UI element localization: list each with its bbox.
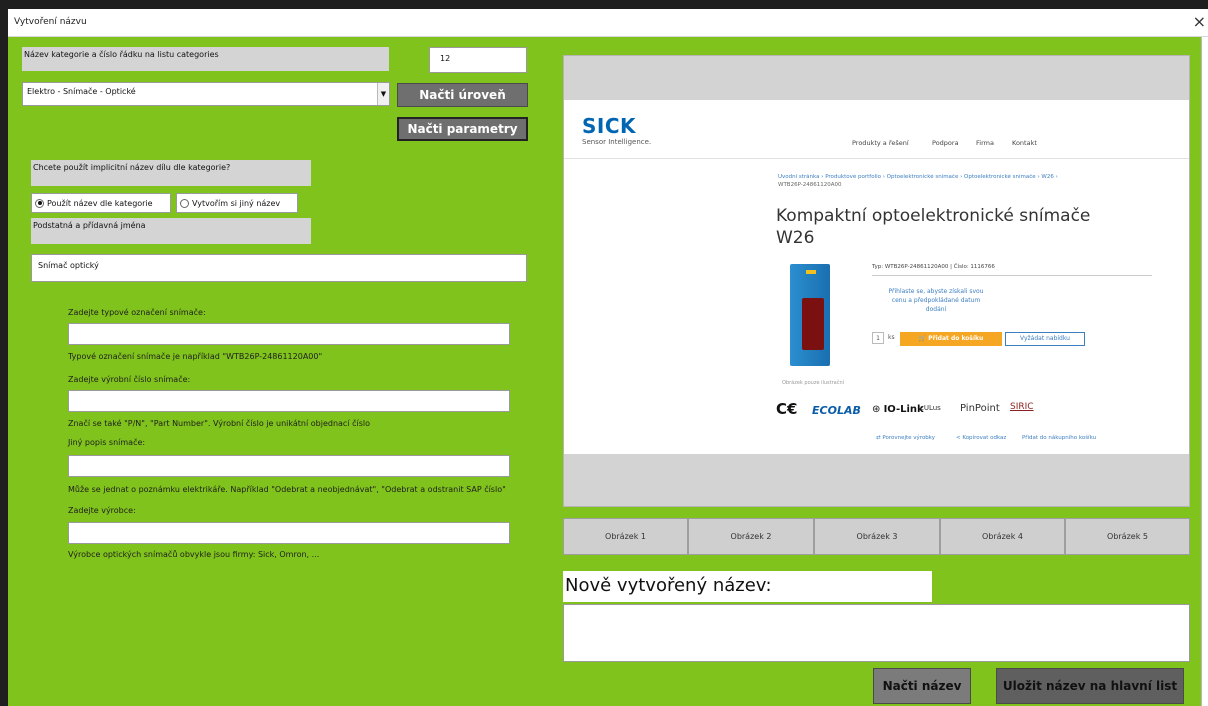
nouns-label: Podstatná a přídavná jména [31,218,311,244]
chevron-down-icon[interactable]: ▼ [377,83,389,105]
iolink-logo: ⊛ IO-Link [872,404,924,415]
ul-logo: cULus [920,404,941,412]
share-link-label: Kopírovat odkaz [962,435,1007,441]
type-number: Typ: WTB26P-24861120A00 | Číslo: 1116766 [872,264,995,270]
field-part-input[interactable] [68,390,510,412]
login-notice-line2: cenu a předpokládané datum [891,297,981,304]
new-name-output[interactable] [563,604,1190,662]
field-manufacturer-label: Zadejte výrobce: [68,506,136,515]
image-1-button[interactable]: Obrázek 1 [563,518,688,555]
add-to-shopping-cart-link[interactable]: Přidat do nákupního košíku [1022,435,1096,441]
radio-use-category-name-label: Použít název dle kategorie [47,198,153,208]
radio-use-category-name[interactable]: Použít název dle kategorie [31,193,171,213]
window-titlebar: Vytvoření názvu × [8,9,1208,37]
image-3-button[interactable]: Obrázek 3 [814,518,940,555]
nav-support: Podpora [932,139,959,147]
quantity-input[interactable]: 1 [872,332,884,344]
pinpoint-logo: PinPoint [960,403,1000,414]
field-manufacturer-input[interactable] [68,522,510,544]
nav-company: Firma [976,139,994,147]
field-desc-input[interactable] [68,455,510,477]
row-number-input[interactable]: 12 [429,47,527,73]
ce-mark: C€ [776,400,798,418]
new-name-label: Nově vytvořený název: [563,571,932,602]
field-type-hint: Typové označení snímače je například "WT… [68,352,323,361]
product-title-model: W26 [776,228,815,248]
header-divider [564,158,1189,159]
field-manufacturer-hint: Výrobce optických snímačů obvykle jsou f… [68,550,320,559]
quantity-unit: ks [888,334,895,341]
login-notice-line3: dodání [925,306,947,313]
radio-unselected-icon [180,198,189,208]
field-desc-hint: Může se jednat o poznámku elektrikáře. N… [68,485,506,494]
field-type-input[interactable] [68,323,510,345]
compare-link-label: Porovnejte výrobky [882,435,936,441]
save-name-button[interactable]: Uložit název na hlavní list [996,668,1184,704]
breadcrumb: Úvodní stránka › Produktové portfolio › … [778,174,1058,180]
field-desc-label: Jiný popis snímače: [68,438,146,447]
share-link[interactable]: < Kopírovat odkaz [956,435,1006,441]
product-image-preview: SICK Sensor Intelligence. Produkty a řeš… [563,55,1190,507]
field-type-label: Zadejte typové označení snímače: [68,308,206,317]
load-level-button[interactable]: Načti úroveň [397,83,528,107]
nav-products: Produkty a řešení [852,139,909,147]
webpage-screenshot: SICK Sensor Intelligence. Produkty a řeš… [564,100,1189,454]
implicit-name-question: Chcete použít implicitní název dílu dle … [31,160,311,186]
cart-icon: 🛒 [918,335,929,342]
sensor-product-image [790,264,830,366]
add-to-cart-button[interactable]: 🛒 Přidat do košíku [900,332,1002,346]
product-title: Kompaktní optoelektronické snímače [776,206,1091,226]
radio-selected-icon [35,198,44,208]
nav-contact: Kontakt [1012,139,1037,147]
load-name-button[interactable]: Načti název [873,668,971,704]
sick-logo: SICK [582,114,637,138]
image-caption: Obrázek pouze ilustrační [782,380,845,386]
nouns-input[interactable]: Snímač optický [31,254,527,282]
image-2-button[interactable]: Obrázek 2 [688,518,814,555]
close-icon[interactable]: × [1193,12,1206,31]
login-notice[interactable]: Přihlaste se, abyste získali svou cenu a… [872,287,1000,314]
siric-logo: SIRIC [1010,402,1034,412]
left-strip [0,9,8,706]
sick-tagline: Sensor Intelligence. [582,138,652,146]
radio-custom-name[interactable]: Vytvořím si jiný název [176,193,298,213]
image-4-button[interactable]: Obrázek 4 [940,518,1065,555]
breadcrumb-current: WTB26P-24861120A00 [778,182,842,188]
request-quote-button[interactable]: Vyžádat nabídku [1005,332,1085,346]
login-notice-line1: Přihlaste se, abyste získali svou [888,288,984,295]
image-5-button[interactable]: Obrázek 5 [1065,518,1190,555]
field-part-label: Zadejte výrobní číslo snímače: [68,375,191,384]
category-select[interactable]: Elektro - Snímače - Optické ▼ [22,82,390,106]
type-divider [872,275,1152,276]
field-part-hint: Značí se také "P/N", "Part Number". Výro… [68,419,370,428]
top-strip [0,0,1208,9]
radio-custom-name-label: Vytvořím si jiný název [192,198,281,208]
category-label: Název kategorie a číslo řádku na listu c… [22,47,389,71]
vertical-scrollbar[interactable] [1201,37,1208,706]
window-title: Vytvoření názvu [14,17,87,27]
compare-link[interactable]: ⇄ Porovnejte výrobky [876,435,935,441]
ecolab-logo: ECOLAB [812,404,861,417]
add-to-cart-label: Přidat do košíku [928,335,984,342]
load-params-button[interactable]: Načti parametry [397,117,528,141]
category-select-value: Elektro - Snímače - Optické [27,87,136,96]
iolink-logo-text: IO-Link [883,404,924,415]
